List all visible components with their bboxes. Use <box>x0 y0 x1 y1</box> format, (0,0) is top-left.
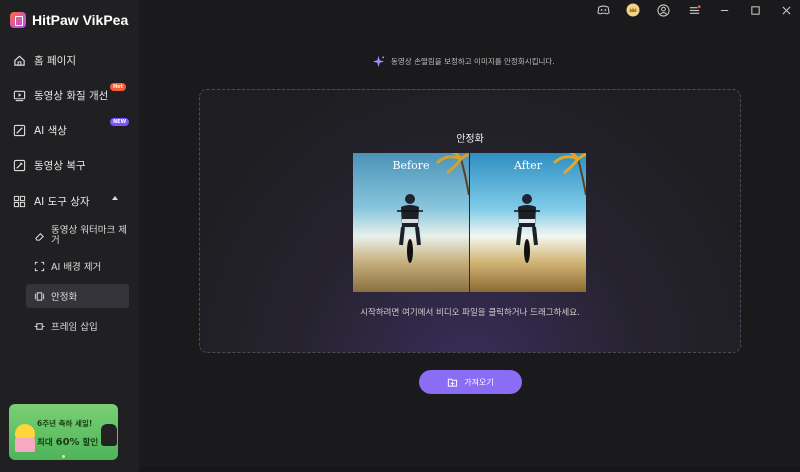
sub-item-label: AI 배경 제거 <box>51 262 102 273</box>
hint-text: 동영상 손떨림을 보정하고 이미지를 안정화시킵니다. <box>391 56 555 66</box>
app-name: HitPaw VikPea <box>32 12 129 28</box>
ai-color-icon <box>12 123 26 137</box>
promo-title: 6주년 축하 세일! <box>37 419 93 428</box>
sidebar-item-home[interactable]: 홈 페이지 <box>12 48 132 72</box>
dropzone-title: 안정화 <box>456 134 484 145</box>
bottom-strip <box>139 466 800 472</box>
sidebar-item-label: 동영상 화질 개선 <box>34 89 109 102</box>
eraser-icon <box>34 231 45 242</box>
sidebar-item-label: 홈 페이지 <box>34 54 76 67</box>
dropzone-instruction: 시작하려면 여기에서 비디오 파일을 클릭하거나 드래그하세요. <box>360 308 580 318</box>
chevron-up-icon[interactable] <box>112 196 118 200</box>
video-enhance-icon <box>12 88 26 102</box>
sidebar-item-video-repair[interactable]: 동영상 복구 <box>12 153 132 177</box>
cyclist-icon <box>397 194 423 263</box>
cat-mascot-icon <box>101 424 117 446</box>
home-icon <box>12 53 26 67</box>
sub-item-label: 프레임 삽입 <box>51 322 98 333</box>
promo-percent: 60% <box>55 437 80 448</box>
minimize-icon[interactable] <box>717 3 731 17</box>
cake-icon <box>15 438 35 452</box>
promo-banner[interactable]: 6주년 축하 세일! 최대 60% 할인 <box>9 404 118 460</box>
promo-suffix: 할인 <box>82 438 99 448</box>
new-badge: NEW <box>110 118 130 126</box>
close-icon[interactable] <box>779 3 793 17</box>
sub-item-label: 안정화 <box>51 292 78 303</box>
add-file-icon <box>448 378 458 387</box>
menu-icon[interactable] <box>687 3 701 17</box>
sidebar-item-video-enhance[interactable]: 동영상 화질 개선 Hot <box>12 83 132 107</box>
sidebar-item-label: 동영상 복구 <box>34 159 86 172</box>
before-image: Before <box>353 153 469 292</box>
hot-badge: Hot <box>110 83 127 91</box>
sparkle-icon <box>372 55 385 67</box>
import-button[interactable]: 가져오기 <box>419 370 522 394</box>
crown-icon[interactable] <box>626 3 640 17</box>
file-drop-zone[interactable]: 안정화 Before After 시작하려면 여기에서 비디오 파일을 클릭하거… <box>199 89 741 353</box>
user-icon[interactable] <box>656 3 670 17</box>
sidebar-item-label: AI 도구 상자 <box>34 195 90 208</box>
title-bar <box>139 0 800 20</box>
sidebar-item-ai-color[interactable]: AI 색상 NEW <box>12 118 132 142</box>
palm-icon <box>552 153 586 195</box>
sidebar: HitPaw VikPea 홈 페이지 동영상 화질 개선 Hot AI 색상 … <box>0 0 139 472</box>
promo-discount: 최대 60% 할인 <box>37 436 98 448</box>
sidebar-item-ai-toolbox[interactable]: AI 도구 상자 <box>12 189 132 213</box>
feature-hint: 동영상 손떨림을 보정하고 이미지를 안정화시킵니다. <box>372 53 555 69</box>
sub-item-label: 동영상 워터마크 제거 <box>51 225 127 246</box>
app-brand: HitPaw VikPea <box>10 10 128 30</box>
cyclist-icon <box>514 194 540 263</box>
sidebar-item-label: AI 색상 <box>34 124 67 137</box>
carousel-dot[interactable] <box>62 455 65 458</box>
maximize-icon[interactable] <box>748 3 762 17</box>
palm-icon <box>435 153 469 195</box>
sub-item-frame-insert[interactable]: 프레임 삽입 <box>26 318 129 334</box>
stabilize-icon <box>34 291 45 302</box>
promo-prefix: 최대 <box>37 438 53 448</box>
before-after-preview: Before After <box>353 153 589 292</box>
discord-icon[interactable] <box>596 3 610 17</box>
frame-insert-icon <box>34 321 45 332</box>
video-repair-icon <box>12 158 26 172</box>
after-image: After <box>470 153 586 292</box>
app-logo-icon <box>10 12 26 28</box>
toolbox-icon <box>12 194 26 208</box>
sub-item-stabilize[interactable]: 안정화 <box>26 284 129 308</box>
sub-item-watermark-remove[interactable]: 동영상 워터마크 제거 <box>26 224 129 248</box>
import-button-label: 가져오기 <box>464 377 494 387</box>
sub-item-ai-background-remove[interactable]: AI 배경 제거 <box>26 258 129 274</box>
ai-background-icon <box>34 261 45 272</box>
